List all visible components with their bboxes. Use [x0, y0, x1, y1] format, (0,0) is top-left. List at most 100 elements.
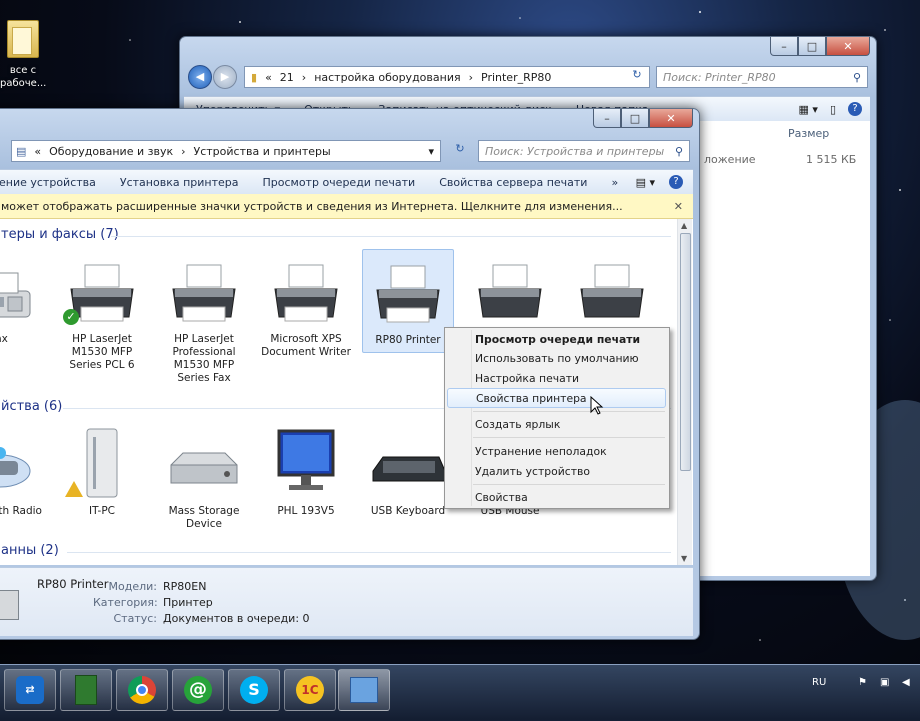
view-options-icon[interactable]: ▤ ▾ — [636, 176, 655, 189]
scrollbar-thumb[interactable] — [680, 233, 691, 471]
refresh-button[interactable]: ↻ — [626, 68, 648, 86]
vertical-scrollbar[interactable]: ▲ ▼ — [677, 219, 692, 565]
menu-item-see-print-queue[interactable]: Просмотр очереди печати — [473, 329, 666, 349]
network-icon[interactable]: ▣ — [880, 677, 889, 688]
menu-item-properties[interactable]: Свойства — [473, 487, 666, 507]
view-options-icon[interactable]: ▦ ▾ — [799, 103, 818, 116]
address-part[interactable]: Printer_RP80 — [481, 71, 551, 84]
taskbar: ⇄ @ S 1С RU ⚑ ▣ ◀ — [0, 664, 920, 721]
keyboard-icon — [369, 431, 447, 501]
scroll-down-arrow-icon[interactable]: ▼ — [681, 554, 687, 563]
address-part[interactable]: Устройства и принтеры — [194, 145, 331, 158]
volume-icon[interactable]: ◀ — [902, 677, 910, 688]
group-header-devices[interactable]: йства (6) — [1, 399, 62, 414]
printer-unlabeled-7[interactable] — [566, 259, 658, 333]
device-mass-storage[interactable]: Mass Storage Device — [158, 431, 250, 531]
address-part[interactable]: настройка оборудования — [314, 71, 460, 84]
file-row-size: 1 515 КБ — [806, 153, 857, 166]
device-label: USB Keyboard — [370, 505, 446, 517]
menu-gutter — [471, 330, 472, 506]
language-indicator[interactable]: RU — [812, 677, 826, 688]
help-icon[interactable]: ? — [669, 175, 683, 189]
search-icon: ⚲ — [852, 70, 861, 84]
close-button[interactable]: ✕ — [649, 109, 693, 128]
device-usb-keyboard[interactable]: USB Keyboard — [362, 431, 454, 518]
address-separator: › — [301, 70, 307, 84]
column-header-size[interactable]: Размер — [788, 127, 829, 140]
bluetooth-radio-icon — [0, 431, 38, 501]
address-separator: › — [468, 70, 473, 84]
taskbar-skype[interactable]: S — [228, 669, 280, 711]
taskbar-control-panel[interactable] — [338, 669, 390, 711]
back-button[interactable]: ◀ — [188, 65, 212, 89]
device-bluetooth-radio[interactable]: eneric oth Radio — [0, 431, 45, 518]
taskbar-mail-agent[interactable]: @ — [172, 669, 224, 711]
maximize-button[interactable]: □ — [798, 37, 826, 56]
taskbar-book-app[interactable] — [60, 669, 112, 711]
menu-item-troubleshoot[interactable]: Устранение неполадок — [473, 441, 666, 461]
storage-drive-icon — [165, 431, 243, 501]
details-printer-icon — [0, 590, 19, 620]
menu-item-printer-properties[interactable]: Свойства принтера — [447, 388, 666, 408]
search-input[interactable]: Поиск: Устройства и принтеры ⚲ — [478, 140, 690, 162]
group-header-printers[interactable]: теры и факсы (7) — [1, 227, 119, 242]
scroll-up-arrow-icon[interactable]: ▲ — [681, 221, 687, 230]
address-dropdown-icon[interactable]: ▾ — [428, 145, 434, 158]
address-bar[interactable]: ▤ « Оборудование и звук › Устройства и п… — [11, 140, 441, 162]
printer-label: Microsoft XPS Document Writer — [261, 333, 351, 358]
close-button[interactable]: ✕ — [826, 37, 870, 56]
information-bar[interactable]: может отображать расширенные значки устр… — [0, 194, 693, 219]
fax-icon — [0, 259, 38, 329]
device-label: PHL 193V5 — [277, 505, 335, 517]
print-server-properties-button[interactable]: Свойства сервера печати — [439, 176, 587, 189]
device-it-pc[interactable]: IT-PC — [56, 423, 148, 518]
menu-separator — [473, 437, 665, 438]
refresh-button[interactable]: ↻ — [449, 142, 471, 160]
menu-item-remove-device[interactable]: Удалить устройство — [473, 461, 666, 481]
address-bar[interactable]: ▮ « 21 › настройка оборудования › Printe… — [244, 66, 650, 88]
at-sign-icon: @ — [184, 676, 212, 704]
close-icon[interactable]: ✕ — [674, 200, 683, 213]
printer-fax[interactable]: Fax — [0, 259, 45, 346]
see-print-queue-button[interactable]: Просмотр очереди печати — [263, 176, 416, 189]
flag-icon[interactable]: ⚑ — [858, 677, 867, 688]
printer-rp80[interactable]: RP80 Printer — [362, 249, 454, 353]
forward-button[interactable]: ▶ — [213, 65, 237, 89]
taskbar-1c[interactable]: 1С — [284, 669, 336, 711]
printer-icon — [471, 259, 549, 329]
taskbar-teamviewer[interactable]: ⇄ — [4, 669, 56, 711]
group-header-unspecified[interactable]: анны (2) — [1, 543, 59, 558]
menu-item-printing-preferences[interactable]: Настройка печати — [473, 368, 666, 388]
address-part: « — [265, 70, 272, 84]
menu-item-create-shortcut[interactable]: Создать ярлык — [473, 414, 666, 434]
address-part[interactable]: Оборудование и звук — [49, 145, 173, 158]
desktop-folder-label: все с рабочe... — [0, 65, 47, 89]
search-input[interactable]: Поиск: Printer_RP80 ⚲ — [656, 66, 868, 88]
maximize-button[interactable]: □ — [621, 109, 649, 128]
minimize-button[interactable]: – — [770, 37, 798, 56]
divider — [67, 552, 671, 553]
menu-separator — [473, 411, 665, 412]
device-phl-193v5-monitor[interactable]: PHL 193V5 — [260, 425, 352, 518]
address-part[interactable]: 21 — [280, 71, 294, 84]
printer-microsoft-xps[interactable]: Microsoft XPS Document Writer — [260, 259, 352, 359]
add-device-button[interactable]: ение устройства — [0, 176, 96, 189]
file-row-type: ложение — [704, 153, 756, 166]
details-status-label: Статус: — [113, 612, 157, 625]
printer-hp-laserjet-fax[interactable]: HP LaserJet Professional M1530 MFP Serie… — [158, 259, 250, 385]
add-printer-button[interactable]: Установка принтера — [120, 176, 239, 189]
minimize-button[interactable]: – — [593, 109, 621, 128]
desktop-folder-shortcut[interactable]: все с рабочe... — [0, 20, 46, 90]
help-icon[interactable]: ? — [848, 102, 862, 116]
printer-context-menu[interactable]: Просмотр очереди печати Использовать по … — [444, 327, 670, 509]
skype-icon: S — [240, 676, 268, 704]
taskbar-chrome[interactable] — [116, 669, 168, 711]
printer-unlabeled-6[interactable] — [464, 259, 556, 333]
warning-icon — [65, 481, 83, 497]
menu-item-set-default[interactable]: Использовать по умолчанию — [473, 348, 666, 368]
window-caption-buttons: – □ ✕ — [770, 37, 870, 56]
more-commands-button[interactable]: » — [611, 176, 618, 189]
preview-pane-icon[interactable]: ▯ — [830, 103, 836, 116]
computer-tower-icon — [63, 423, 141, 501]
printer-hp-laserjet-pcl6[interactable]: ✓ HP LaserJet M1530 MFP Series PCL 6 — [56, 259, 148, 372]
